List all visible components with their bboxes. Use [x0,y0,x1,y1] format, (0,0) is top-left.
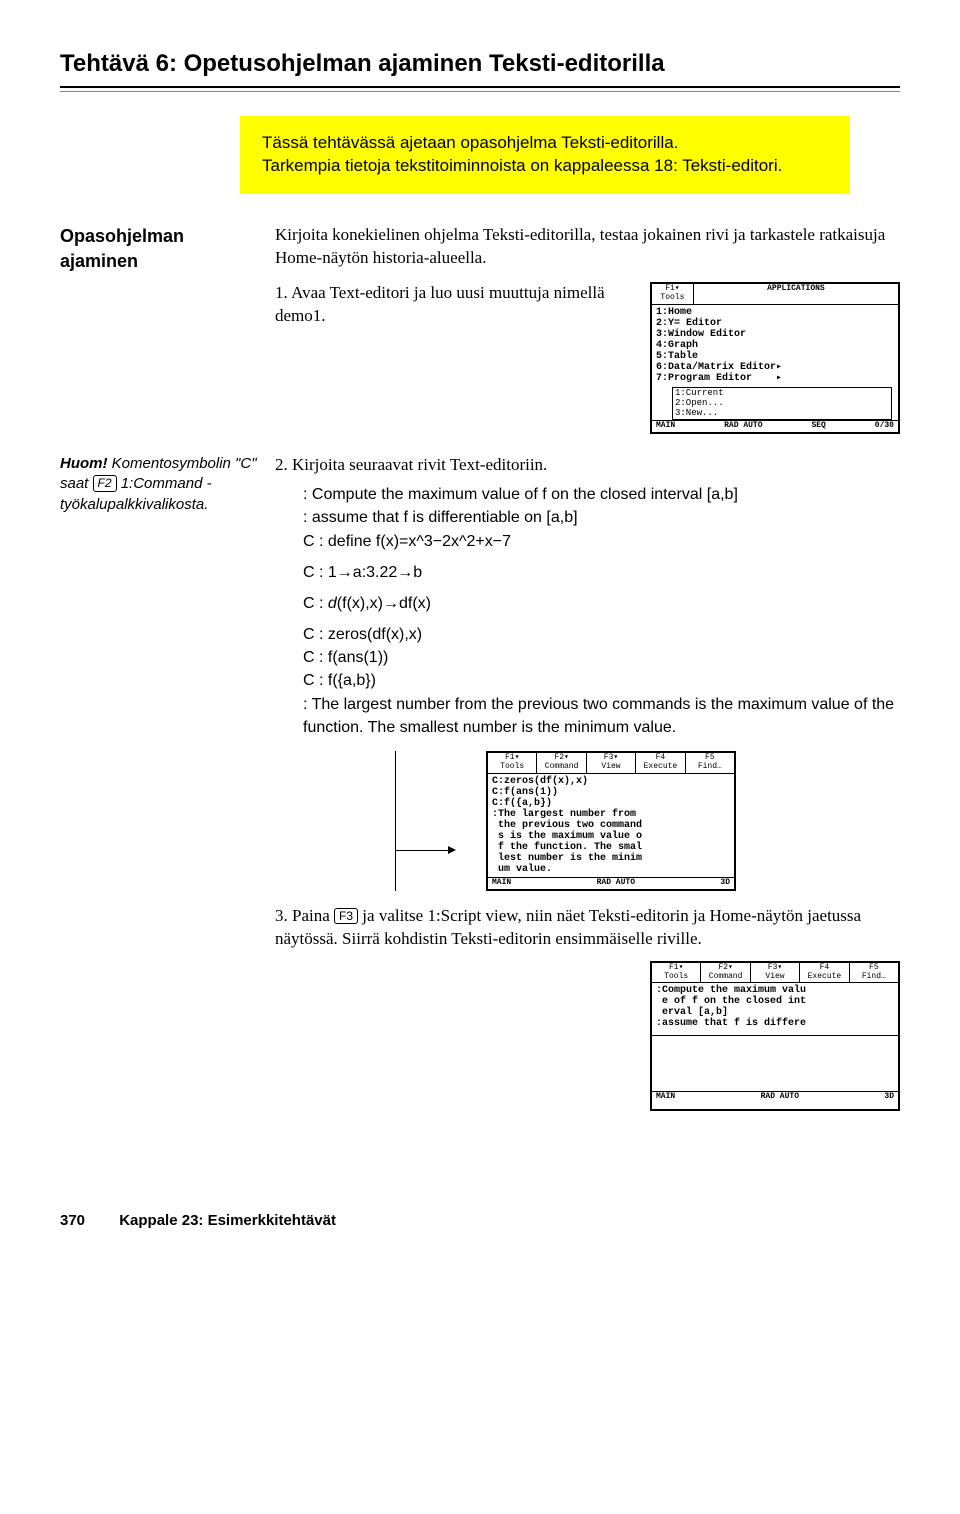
l5-mid: (f(x),x) [337,595,383,612]
step2-lead: 2. Kirjoita seuraavat rivit Text-editori… [275,454,900,477]
store-icon: → [383,595,399,612]
calc2-m1: F2▾ Command [537,753,586,773]
calc2-m3: F4 Execute [636,753,685,773]
calc2-m2: F3▾ View [587,753,636,773]
l4-a: a:3.22 [353,564,397,581]
sidenote: Huom! Komentosymbolin "C" saat F2 1:Comm… [60,454,275,515]
pointer-arrow [395,751,456,891]
calc1-status-l: MAIN [656,422,675,431]
step3-pre: Paina [292,906,334,925]
calc1-body: 1:Home 2:Y= Editor 3:Window Editor 4:Gra… [652,305,898,386]
calc2-m4: F5 Find… [686,753,734,773]
calc3-status-r: 3D [884,1093,894,1102]
f2-key-icon: F2 [93,475,117,491]
editor-line: C : f({a,b}) [303,669,900,692]
editor-line: C : 1→a:3.22→b [303,561,900,584]
chapter-label: Kappale 23: Esimerkkitehtävät [119,1212,336,1229]
l5-post: df(x) [399,595,431,612]
calc1-popup: 1:Current 2:Open... 3:New... [672,387,892,421]
editor-line: C : define f(x)=x^3−2x^2+x−7 [303,530,900,553]
l5-d: d [328,595,337,612]
calculator-screenshot-3: F1▾ Tools F2▾ Command F3▾ View F4 Execut… [650,961,900,1111]
editor-line: : assume that f is differentiable on [a,… [303,506,900,529]
f3-key-icon: F3 [334,908,358,924]
calculator-screenshot-1: F1▾ Tools APPLICATIONS 1:Home 2:Y= Edito… [650,282,900,434]
calc1-status-m: RAD AUTO [724,422,762,431]
store-icon: → [397,564,413,581]
calc1-status-r: SEQ [811,422,825,431]
calc3-m1: F2▾ Command [701,963,750,983]
section-intro: Kirjoita konekielinen ohjelma Teksti-edi… [275,224,900,270]
calc1-status-n: 0/30 [875,422,894,431]
editor-line: C : f(ans(1)) [303,646,900,669]
page-number: 370 [60,1212,85,1229]
editor-line: : The largest number from the previous t… [303,693,900,739]
calc2-m0: F1▾ Tools [488,753,537,773]
calc3-body: :Compute the maximum valu e of f on the … [652,983,898,1036]
step-number: 1. [275,283,291,302]
highlight-line1: Tässä tehtävässä ajetaan opasohjelma Tek… [262,133,678,152]
title-rule [60,86,900,92]
step2-lead-text: Kirjoita seuraavat rivit Text-editoriin. [292,455,547,474]
calc2-status-l: MAIN [492,879,511,888]
calc3-m0: F1▾ Tools [652,963,701,983]
step3: 3. Paina F3 ja valitse 1:Script view, ni… [275,905,900,951]
highlight-line2: Tarkempia tietoja tekstitoiminnoista on … [262,156,782,175]
calc1-f1: F1▾ Tools [652,284,694,304]
calc2-status-m: RAD AUTO [597,879,635,888]
editor-line: C : zeros(df(x),x) [303,623,900,646]
calc3-status-m: RAD AUTO [761,1093,799,1102]
section-heading: Opasohjelman ajaminen [60,224,275,273]
calc1-title: APPLICATIONS [694,284,898,304]
l5-pre: C : [303,595,328,612]
calc2-body: C:zeros(df(x),x) C:f(ans(1)) C:f({a,b}) … [488,774,734,877]
editor-line: C : d(f(x),x)→df(x) [303,592,900,615]
calc3-m4: F5 Find… [850,963,898,983]
l4-pre: C : 1 [303,564,337,581]
step1-text: Avaa Text-editori ja luo uusi muuttuja n… [275,283,605,325]
intro-highlight: Tässä tehtävässä ajetaan opasohjelma Tek… [240,116,850,194]
calc3-m2: F3▾ View [751,963,800,983]
page-title: Tehtävä 6: Opetusohjelman ajaminen Tekst… [60,48,900,80]
calc2-status-r: 3D [720,879,730,888]
calc3-status-l: MAIN [656,1093,675,1102]
page-footer: 370 Kappale 23: Esimerkkitehtävät [60,1211,900,1231]
l4-b: b [413,564,422,581]
calculator-screenshot-2: F1▾ Tools F2▾ Command F3▾ View F4 Execut… [486,751,736,891]
step3-post: ja valitse 1:Script view, niin näet Teks… [275,906,861,948]
editor-lines: : Compute the maximum value of f on the … [303,483,900,739]
calc3-m3: F4 Execute [800,963,849,983]
editor-line: : Compute the maximum value of f on the … [303,483,900,506]
sidenote-pre: Huom! [60,455,108,472]
store-icon: → [337,564,353,581]
